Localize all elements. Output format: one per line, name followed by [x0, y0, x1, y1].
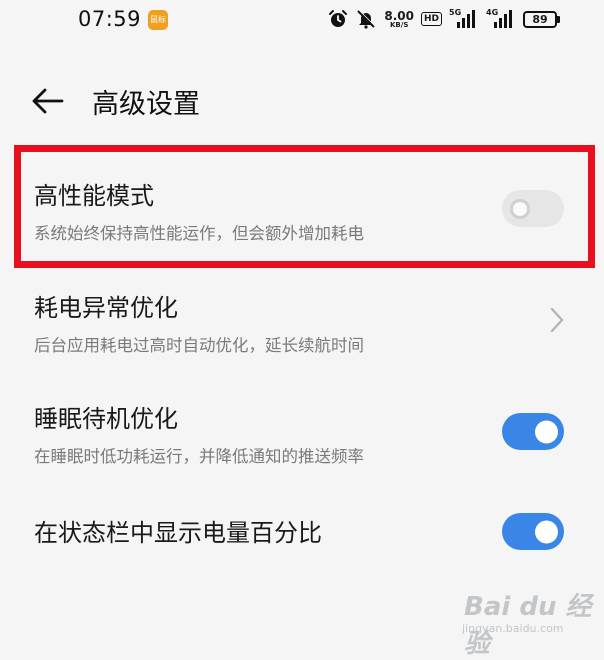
chevron-right-icon[interactable] [548, 306, 566, 334]
page-title: 高级设置 [92, 89, 200, 120]
setting-title: 耗电异常优化 [34, 294, 178, 322]
toggle-knob [535, 420, 558, 443]
alarm-icon [329, 10, 348, 27]
network-speed-unit: KB/S [390, 20, 409, 29]
baidu-watermark: Bai du 经验 jingyan.baidu.com [452, 582, 597, 659]
setting-description: 在睡眠时低功耗运行，并降低通知的推送频率 [34, 447, 364, 466]
setting-row-battery-percentage[interactable]: 在状态栏中显示电量百分比 [0, 505, 604, 555]
app-notification-icon: 鼠标 [148, 10, 168, 30]
status-icons: 8.00 KB/S HD 5G 4G 89 [328, 7, 560, 31]
status-bar: 07:59 鼠标 8.00 KB/S HD 5G 4G 89 [0, 0, 604, 40]
setting-row-sleep-standby[interactable]: 睡眠待机优化 在睡眠时低功耗运行，并降低通知的推送频率 [0, 393, 604, 468]
toggle-knob [535, 520, 558, 543]
battery-percentage-toggle[interactable] [502, 513, 564, 550]
network-speed-value: 8.00 [384, 8, 414, 23]
sleep-standby-toggle[interactable] [502, 413, 564, 450]
battery-level: 89 [523, 10, 557, 28]
setting-row-power-anomaly[interactable]: 耗电异常优化 后台应用耗电过高时自动优化，延长续航时间 [0, 282, 604, 357]
arrow-left-icon[interactable] [30, 86, 66, 116]
hd-voice-icon: HD [420, 12, 442, 26]
battery-icon: 89 [523, 10, 560, 28]
setting-title: 在状态栏中显示电量百分比 [34, 519, 322, 547]
setting-title: 睡眠待机优化 [34, 405, 178, 433]
signal-4g-icon: 4G [486, 8, 516, 29]
watermark-url: jingyan.baidu.com [462, 622, 564, 635]
highlight-frame [14, 145, 595, 268]
status-time: 07:59 [78, 7, 142, 31]
setting-description: 后台应用耗电过高时自动优化，延长续航时间 [34, 336, 364, 355]
mute-bell-icon [357, 9, 376, 29]
network-speed: 8.00 KB/S [384, 10, 414, 29]
signal-5g-icon: 5G [449, 8, 479, 29]
